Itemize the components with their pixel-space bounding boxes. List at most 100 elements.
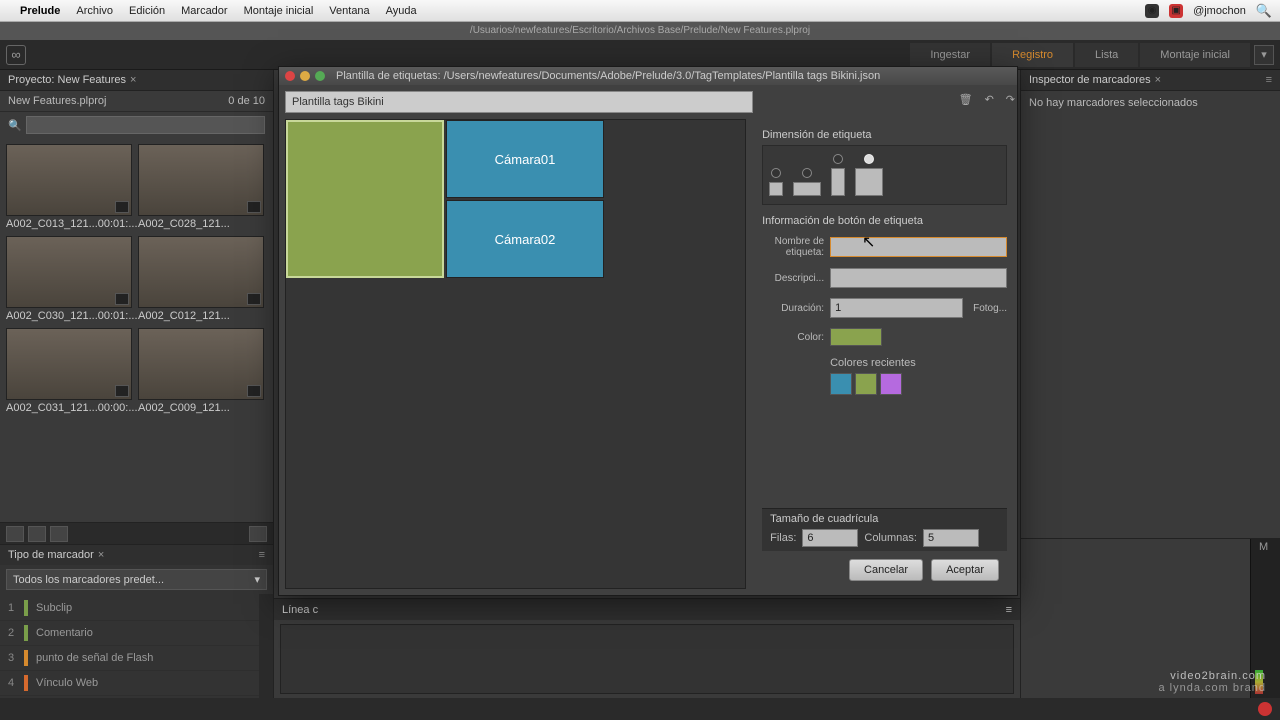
project-panel-header: Proyecto: New Features × [0,70,273,91]
tag-duration-input[interactable] [830,298,963,318]
tab-ingestar[interactable]: Ingestar [910,43,990,67]
recent-colors [830,373,1007,395]
color-swatch[interactable] [830,328,882,346]
workspace-dropdown[interactable]: ▾ [1254,45,1274,65]
menu-montaje[interactable]: Montaje inicial [244,5,314,17]
grid-section-label: Tamaño de cuadrícula [770,513,999,525]
list-view-button[interactable] [6,526,24,542]
menu-archivo[interactable]: Archivo [76,5,113,17]
desc-label: Descripci... [762,273,824,284]
chevron-down-icon: ▾ [254,573,260,586]
status-icon-1[interactable]: ◉ [1145,4,1159,18]
marker-dropdown-label: Todos los marcadores predet... [13,574,164,586]
recent-color-swatch[interactable] [830,373,852,395]
template-name-input[interactable] [285,91,753,113]
tag-template-dialog: Plantilla de etiquetas: /Users/newfeatur… [278,66,1018,596]
project-title: Proyecto: New Features [8,74,126,86]
recent-color-swatch[interactable] [880,373,902,395]
sort-button[interactable] [50,526,68,542]
redo-icon[interactable]: ↷ [1006,93,1015,106]
panel-menu-icon[interactable]: ≡ [1266,74,1272,86]
marker-list: 1Subclip2Comentario3punto de señal de Fl… [0,594,259,698]
color-label: Color: [762,332,824,343]
tag-button-camara02[interactable]: Cámara02 [446,200,604,278]
info-section-label: Información de botón de etiqueta [762,215,1007,227]
trash-icon[interactable]: 🗑 [959,93,973,106]
undo-icon[interactable]: ↶ [985,93,994,106]
timeline-tab-label[interactable]: Línea c [282,604,318,616]
search-icon: 🔍 [8,119,22,132]
project-filename: New Features.plproj [8,95,106,107]
inspector-header: Inspector de marcadores × ≡ [1021,70,1280,91]
dim-option-1[interactable] [769,168,783,196]
dialog-titlebar[interactable]: Plantilla de etiquetas: /Users/newfeatur… [279,67,1017,85]
filter-icon[interactable]: ≡ [259,549,265,561]
timeline[interactable] [280,624,1014,694]
scrollbar[interactable] [259,594,273,698]
mac-menubar: Prelude Archivo Edición Marcador Montaje… [0,0,1280,22]
marker-panel-header: Tipo de marcador × ≡ [0,545,273,565]
window-minimize-icon[interactable] [300,71,310,81]
rows-input[interactable] [802,529,858,547]
clip-item[interactable]: A002_C013_121...00:01:... [6,144,132,230]
marker-preset-dropdown[interactable]: Todos los marcadores predet... ▾ [6,569,267,590]
window-zoom-icon[interactable] [315,71,325,81]
user-handle[interactable]: @jmochon [1193,5,1246,17]
dimension-selector [762,145,1007,205]
menu-ventana[interactable]: Ventana [329,5,369,17]
cc-logo-icon[interactable]: ∞ [6,45,26,65]
menu-edicion[interactable]: Edición [129,5,165,17]
clip-grid: A002_C013_121...00:01:...A002_C028_121..… [0,138,273,522]
tag-grid[interactable]: Cámara01 Cámara02 [285,119,746,589]
tag-button-camara01[interactable]: Cámara01 [446,120,604,198]
app-name[interactable]: Prelude [20,5,60,17]
cancel-button[interactable]: Cancelar [849,559,923,581]
clip-item[interactable]: A002_C012_121... [138,236,264,322]
marker-item[interactable]: 4Vínculo Web [0,671,259,696]
recent-color-swatch[interactable] [855,373,877,395]
rows-label: Filas: [770,532,796,544]
tab-lista[interactable]: Lista [1075,43,1138,67]
panel-menu-icon[interactable]: ≡ [1006,604,1012,616]
cols-input[interactable] [923,529,979,547]
clip-item[interactable]: A002_C031_121...00:00:... [6,328,132,414]
tab-registro[interactable]: Registro [992,43,1073,67]
audio-label: M [1259,541,1268,553]
inspector-empty-msg: No hay marcadores seleccionados [1021,91,1280,115]
status-icon-2[interactable]: ▣ [1169,4,1183,18]
menu-ayuda[interactable]: Ayuda [386,5,417,17]
zoom-slider[interactable] [249,526,267,542]
stop-icon[interactable] [1258,702,1272,716]
dim-option-2[interactable] [793,168,821,196]
close-icon[interactable]: × [130,74,136,86]
tag-button-green[interactable] [286,120,444,278]
tag-name-input[interactable] [830,237,1007,257]
thumb-view-button[interactable] [28,526,46,542]
menu-marcador[interactable]: Marcador [181,5,227,17]
window-close-icon[interactable] [285,71,295,81]
watermark: video2brain.com a lynda.com brand [1159,670,1267,694]
marker-item[interactable]: 2Comentario [0,621,259,646]
cols-label: Columnas: [864,532,917,544]
dim-option-3[interactable] [831,154,845,196]
dim-option-4[interactable] [855,154,883,196]
clip-item[interactable]: A002_C028_121... [138,144,264,230]
marker-item[interactable]: 1Subclip [0,596,259,621]
tag-desc-input[interactable] [830,268,1007,288]
document-path: /Usuarios/newfeatures/Escritorio/Archivo… [0,22,1280,40]
tab-montaje[interactable]: Montaje inicial [1140,43,1250,67]
name-label: Nombre de etiqueta: [762,236,824,258]
accept-button[interactable]: Aceptar [931,559,999,581]
spotlight-icon[interactable]: 🔍 [1256,3,1272,19]
close-icon[interactable]: × [1155,74,1161,86]
marker-panel-title: Tipo de marcador [8,549,94,561]
project-search-input[interactable] [26,116,265,134]
clip-item[interactable]: A002_C009_121... [138,328,264,414]
dim-section-label: Dimensión de etiqueta [762,129,1007,141]
clip-item[interactable]: A002_C030_121...00:01:... [6,236,132,322]
status-bar [0,698,1280,720]
dialog-window-title: Plantilla de etiquetas: /Users/newfeatur… [336,70,880,82]
recent-colors-label: Colores recientes [830,357,1007,369]
marker-item[interactable]: 3punto de señal de Flash [0,646,259,671]
close-icon[interactable]: × [98,549,104,561]
